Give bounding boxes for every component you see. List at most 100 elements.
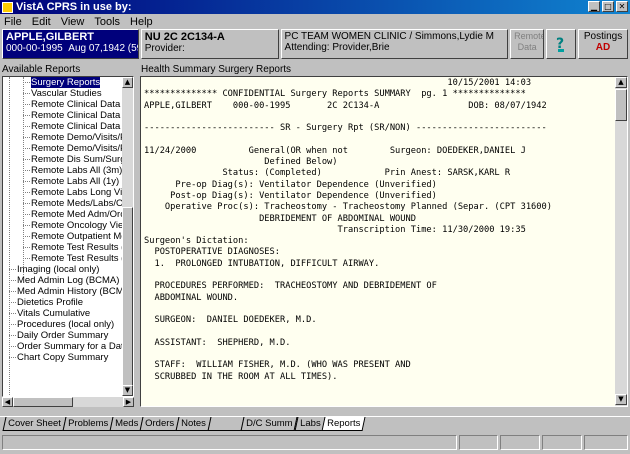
report-tree-item[interactable]: Remote Outpatient Med — [3, 231, 133, 242]
report-content: 10/15/2001 14:03 ************** CONFIDENT… — [141, 77, 627, 384]
app-icon — [2, 1, 13, 13]
report-line: Status: (Completed) Prin Anest: SARSK,KA… — [144, 168, 511, 179]
report-tree-item[interactable]: Remote Med Adm/Orc — [3, 209, 133, 220]
postings-label: Postings — [583, 31, 623, 42]
primary-care-team[interactable]: PC TEAM WOMEN CLINIC / Simmons,Lydie M A… — [280, 29, 509, 59]
report-tree-item-label: Remote Oncology View — [31, 220, 131, 231]
report-tree-item[interactable]: Remote Meds/Labs/Ord — [3, 198, 133, 209]
menu-help[interactable]: Help — [130, 16, 153, 28]
scroll-up-arrow-icon[interactable]: ▲ — [615, 77, 627, 88]
report-tree-item[interactable]: Remote Labs Long View — [3, 187, 133, 198]
report-line: 10/15/2001 14:03 — [144, 78, 532, 88]
report-line: ASSISTANT: SHEPHERD, M.D. — [144, 337, 291, 348]
report-vertical-scrollbar[interactable]: ▲ ▼ — [615, 77, 627, 406]
report-tree-item-label: Daily Order Summary — [17, 330, 109, 341]
report-tree-item[interactable]: Remote Demo/Visits/Pc — [3, 132, 133, 143]
tab-reports[interactable]: Reports — [321, 417, 366, 431]
minimize-button[interactable]: ▁ — [588, 1, 600, 12]
patient-ssn: 000-00-1995 — [6, 43, 63, 54]
report-tree-item-label: Chart Copy Summary — [17, 352, 109, 363]
report-tree-item[interactable]: Remote Demo/Visits/Pc — [3, 143, 133, 154]
report-tree-item-label: Med Admin Log (BCMA) — [17, 275, 120, 286]
tab-blank[interactable] — [207, 417, 245, 431]
report-scroll-thumb[interactable] — [615, 89, 627, 121]
tab-problems[interactable]: Problems — [62, 417, 114, 431]
postings-button[interactable]: Postings AD — [578, 29, 628, 59]
report-tree-item[interactable]: Chart Copy Summary — [3, 352, 133, 363]
scroll-right-arrow-icon[interactable]: ▶ — [123, 397, 134, 407]
report-tree-item[interactable]: Remote Clinical Data (1 — [3, 110, 133, 121]
report-tree-item-label: Remote Test Results (6 — [31, 242, 130, 253]
report-tree-item-label: Remote Dis Sum/Surg/P — [31, 154, 133, 165]
scroll-left-arrow-icon[interactable]: ◀ — [2, 397, 13, 407]
report-tree-item[interactable]: Order Summary for a Date R — [3, 341, 133, 352]
report-tree-item[interactable]: Remote Dis Sum/Surg/P — [3, 154, 133, 165]
scroll-down-arrow-icon[interactable]: ▼ — [122, 385, 133, 396]
report-line — [144, 112, 624, 123]
patient-selector[interactable]: APPLE,GILBERT 000-00-1995 Aug 07,1942 (5… — [2, 29, 139, 59]
report-tree-item-label: Remote Labs Long View — [31, 187, 133, 198]
report-tree-item[interactable]: Remote Oncology View — [3, 220, 133, 231]
report-tree-item-label: Remote Med Adm/Orc — [31, 209, 125, 220]
report-line: Defined Below) — [144, 157, 338, 168]
report-tree-item[interactable]: Vascular Studies — [3, 88, 133, 99]
reports-tree[interactable]: Surgery Reports Vascular Studies Remote Cl… — [2, 76, 134, 397]
scroll-up-arrow-icon[interactable]: ▲ — [122, 77, 133, 88]
tree-vertical-scrollbar[interactable]: ▲ ▼ — [122, 77, 133, 396]
report-tree-item[interactable]: Procedures (local only) — [3, 319, 133, 330]
report-line: ABDOMINAL WOUND. — [144, 292, 239, 303]
report-line — [144, 134, 624, 145]
close-button[interactable]: ✕ — [616, 1, 628, 12]
report-tree-item[interactable]: Surgery Reports — [3, 77, 133, 88]
report-tree-item[interactable]: Remote Test Results (1 — [3, 253, 133, 264]
tab-meds[interactable]: Meds — [109, 417, 144, 431]
report-tree-item[interactable]: Med Admin History (BCMA — [3, 286, 133, 297]
tree-scroll-thumb[interactable] — [122, 207, 133, 396]
report-tree-item[interactable]: Imaging (local only) — [3, 264, 133, 275]
tab-cover-sheet[interactable]: Cover Sheet — [2, 417, 67, 431]
report-tree-item[interactable]: Remote Clinical Data (3 — [3, 99, 133, 110]
report-line — [144, 349, 624, 360]
scroll-down-arrow-icon[interactable]: ▼ — [615, 394, 627, 405]
report-text-area[interactable]: 10/15/2001 14:03 ************** CONFIDENT… — [140, 76, 628, 407]
encounter-selector[interactable]: NU 2C 2C134-A Provider: — [140, 29, 279, 59]
tree-hscroll-thumb[interactable] — [13, 397, 73, 407]
patient-dob: Aug 07,1942 (59) — [68, 43, 139, 54]
report-tree-item[interactable]: Vitals Cumulative — [3, 308, 133, 319]
report-line: APPLE,GILBERT 000-00-1995 2C 2C134-A DOB… — [144, 100, 547, 111]
report-tree-item-label: Remote Test Results (1 — [31, 253, 130, 264]
report-tree-item-label: Remote Clinical Data (4 — [31, 121, 132, 132]
report-tree-item[interactable]: Med Admin Log (BCMA) — [3, 275, 133, 286]
report-tree-item-label: Remote Clinical Data (1 — [31, 110, 132, 121]
report-tree-item-label: Dietetics Profile — [17, 297, 83, 308]
status-panel-2 — [458, 435, 499, 450]
report-tree-item[interactable]: Remote Labs All (3m) — [3, 165, 133, 176]
patient-name: APPLE,GILBERT — [6, 31, 95, 43]
report-tree-item[interactable]: Dietetics Profile — [3, 297, 133, 308]
report-tree-item-label: Remote Labs All (1y) — [31, 176, 120, 187]
menu-file[interactable]: File — [4, 16, 22, 28]
report-line: PROCEDURES PERFORMED: TRACHEOSTOMY AND D… — [144, 281, 437, 292]
report-tree-item[interactable]: Remote Clinical Data (4 — [3, 121, 133, 132]
tree-horizontal-scrollbar[interactable]: ◀ ▶ — [2, 397, 134, 407]
postings-value: AD — [595, 42, 611, 53]
tab-orders[interactable]: Orders — [139, 417, 180, 431]
report-tree-item[interactable]: Remote Test Results (6 — [3, 242, 133, 253]
report-line: 1. PROLONGED INTUBATION, DIFFICULT AIRWA… — [144, 258, 380, 269]
menu-tools[interactable]: Tools — [94, 16, 120, 28]
maximize-button[interactable]: □ — [602, 1, 614, 12]
team-clinic: PC TEAM WOMEN CLINIC / Simmons,Lydie M — [284, 31, 495, 42]
menu-edit[interactable]: Edit — [32, 16, 51, 28]
report-tree-item-label: Med Admin History (BCMA — [17, 286, 130, 297]
report-tree-item[interactable]: Daily Order Summary — [3, 330, 133, 341]
remote-data-button[interactable]: Remote Data — [510, 29, 545, 59]
tab-dc-summ[interactable]: D/C Summ — [240, 417, 298, 431]
menu-view[interactable]: View — [61, 16, 85, 28]
report-line: ************** CONFIDENTIAL Surgery Repo… — [144, 89, 526, 100]
report-line — [144, 327, 624, 338]
report-line: Post-op Diag(s): Ventilator Dependence (… — [144, 190, 437, 201]
tab-notes[interactable]: Notes — [175, 417, 212, 431]
help-button[interactable]: ? — [546, 29, 577, 59]
report-tree-item[interactable]: Remote Labs All (1y) — [3, 176, 133, 187]
status-panel-4 — [542, 435, 583, 450]
